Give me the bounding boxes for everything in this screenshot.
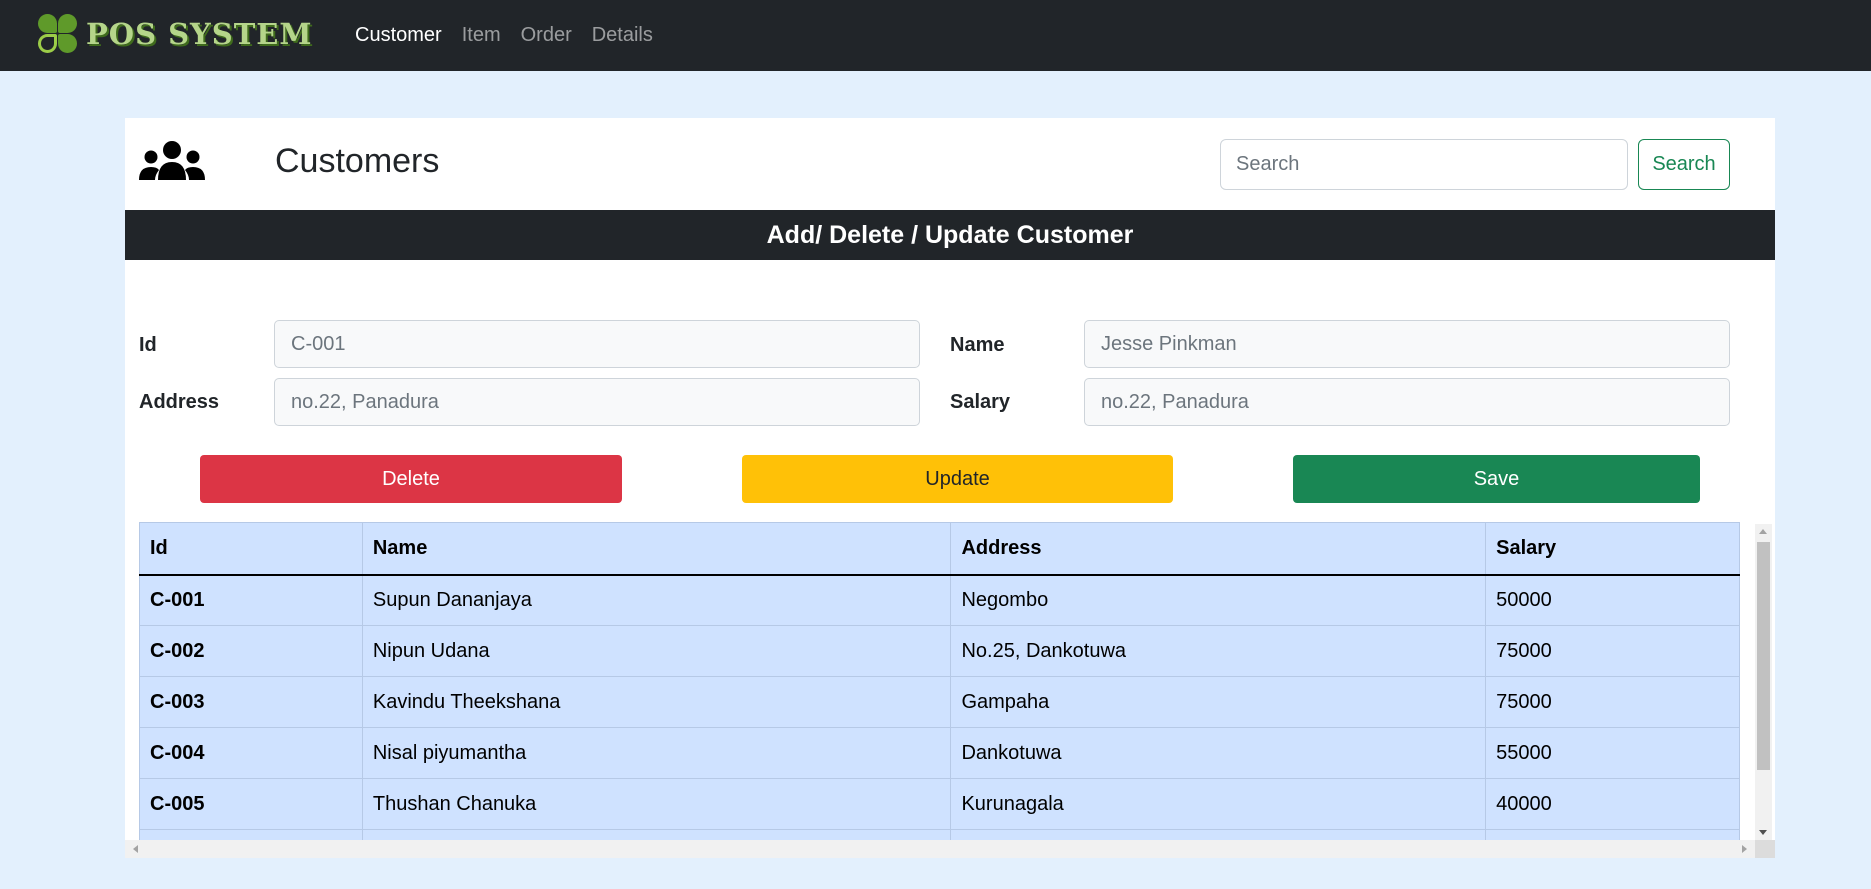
table-row[interactable]: C-003 Kavindu Theekshana Gampaha 75000 [139,676,1740,728]
name-field[interactable] [1084,320,1730,368]
page-title: Customers [275,142,440,180]
cell-id: C-005 [139,778,363,830]
section-title: Add/ Delete / Update Customer [125,210,1775,260]
address-field[interactable] [274,378,920,426]
scroll-down-arrow-icon[interactable] [1759,830,1767,835]
table-row[interactable] [139,829,1740,840]
vertical-scrollbar[interactable] [1755,524,1772,840]
search-input[interactable] [1220,139,1628,190]
cell-salary: 50000 [1485,574,1740,626]
column-header-name[interactable]: Name [361,522,952,576]
address-label: Address [139,391,220,413]
cell-address: Negombo [950,574,1487,626]
horizontal-scrollbar[interactable] [125,840,1755,858]
search-button[interactable]: Search [1638,139,1730,190]
id-field[interactable] [274,320,920,368]
table-header-row: Id Name Address Salary [139,522,1740,576]
update-button[interactable]: Update [742,455,1173,503]
scrollbar-corner [1755,840,1775,858]
cell-salary: 75000 [1485,625,1740,677]
table-row[interactable]: C-005 Thushan Chanuka Kurunagala 40000 [139,778,1740,830]
brand-text: POS SYSTEM [86,17,313,51]
cell-address: No.25, Dankotuwa [950,625,1487,677]
id-label: Id [139,334,157,356]
nav-item-details[interactable]: Details [592,24,653,47]
cell-address: Dankotuwa [950,727,1487,779]
brand-logo[interactable]: POS SYSTEM [36,13,312,55]
cell-salary: 75000 [1485,676,1740,728]
clover-icon [36,13,80,55]
cell-name: Thushan Chanuka [361,778,952,830]
nav-item-order[interactable]: Order [521,24,572,47]
scroll-right-arrow-icon[interactable] [1742,845,1747,853]
cell-salary: 55000 [1485,727,1740,779]
customer-card: Customers Search Add/ Delete / Update Cu… [125,118,1775,858]
scroll-up-arrow-icon[interactable] [1759,529,1767,534]
cell-id: C-004 [139,727,363,779]
table-row[interactable]: C-001 Supun Dananjaya Negombo 50000 [139,574,1740,626]
table-row[interactable]: C-002 Nipun Udana No.25, Dankotuwa 75000 [139,625,1740,677]
navbar: POS SYSTEM Customer Item Order Details [0,0,1871,71]
name-label: Name [950,334,1005,356]
salary-label: Salary [950,391,1011,413]
cell-name: Supun Dananjaya [361,574,952,626]
customer-table-container: Id Name Address Salary C-001 Supun Danan… [139,522,1740,840]
cell-address: Kurunagala [950,778,1487,830]
column-header-salary[interactable]: Salary [1485,522,1740,576]
cell-name: Nipun Udana [361,625,952,677]
cell-id: C-003 [139,676,363,728]
cell-address: Gampaha [950,676,1487,728]
users-icon [139,141,205,180]
nav-links: Customer Item Order Details [355,0,673,71]
customer-table: Id Name Address Salary C-001 Supun Danan… [139,522,1740,840]
nav-item-item[interactable]: Item [462,24,501,47]
salary-field[interactable] [1084,378,1730,426]
save-button[interactable]: Save [1293,455,1700,503]
column-header-id[interactable]: Id [139,522,363,576]
cell-name: Kavindu Theekshana [361,676,952,728]
cell-salary: 40000 [1485,778,1740,830]
scroll-left-arrow-icon[interactable] [133,845,138,853]
cell-id: C-001 [139,574,363,626]
column-header-address[interactable]: Address [950,522,1487,576]
cell-id: C-002 [139,625,363,677]
scrollbar-thumb[interactable] [1757,542,1770,770]
table-row[interactable]: C-004 Nisal piyumantha Dankotuwa 55000 [139,727,1740,779]
cell-name: Nisal piyumantha [361,727,952,779]
delete-button[interactable]: Delete [200,455,622,503]
nav-item-customer[interactable]: Customer [355,24,442,47]
card-header: Customers Search [125,118,1775,210]
